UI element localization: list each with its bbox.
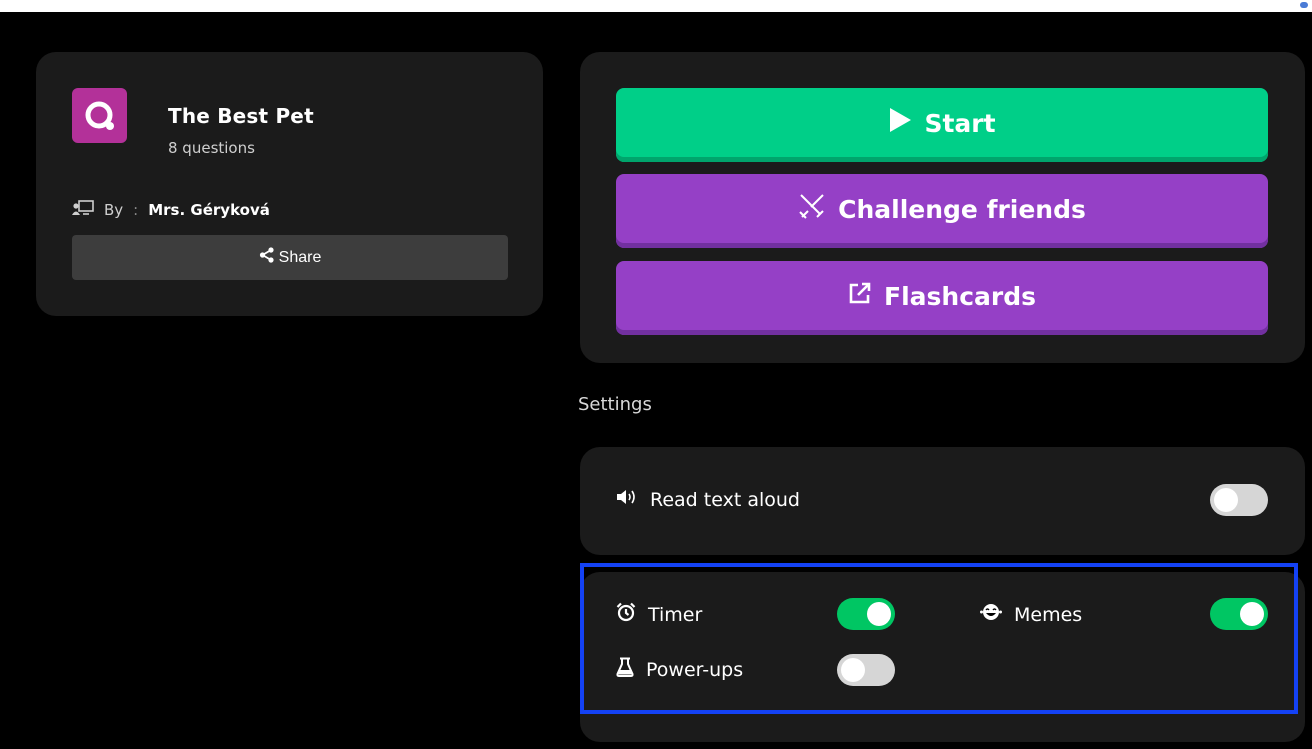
toggle-knob (1214, 488, 1238, 512)
by-separator: : (133, 201, 139, 219)
timer-label: Timer (648, 603, 703, 626)
start-button[interactable]: Start (616, 88, 1268, 162)
play-icon (888, 107, 924, 139)
read-aloud-toggle[interactable] (1210, 484, 1268, 516)
challenge-friends-button[interactable]: Challenge friends (616, 174, 1268, 248)
share-button[interactable]: Share (72, 235, 508, 280)
alarm-clock-icon (616, 602, 648, 627)
share-label: Share (278, 248, 322, 266)
memes-setting: Memes (980, 602, 1082, 627)
flashcards-button[interactable]: Flashcards (616, 261, 1268, 335)
author-row: By : Mrs. Géryková (72, 200, 270, 220)
quiz-title: The Best Pet (168, 104, 314, 128)
read-aloud-label: Read text aloud (650, 488, 800, 511)
settings-heading: Settings (578, 394, 652, 415)
corner-indicator (1300, 2, 1308, 8)
speaker-icon (616, 488, 650, 511)
toggle-knob (867, 602, 891, 626)
question-count: 8 questions (168, 139, 255, 157)
actions-card: Start Challenge friends Flashcards (580, 52, 1305, 363)
flashcards-label: Flashcards (884, 281, 1036, 311)
potion-flask-icon (616, 657, 646, 682)
challenge-label: Challenge friends (838, 194, 1086, 224)
memes-label: Memes (1014, 603, 1083, 626)
by-label: By (104, 201, 124, 219)
teacher-board-icon (72, 200, 94, 220)
read-aloud-card: Read text aloud (580, 447, 1305, 555)
read-aloud-setting: Read text aloud (616, 488, 800, 511)
toggle-knob (841, 658, 865, 682)
browser-top-strip (0, 0, 1312, 12)
laughing-face-icon (980, 602, 1014, 627)
game-options-card: Timer Memes Power-ups (580, 572, 1305, 742)
powerups-setting: Power-ups (616, 657, 743, 682)
quizizz-q-icon (72, 88, 127, 143)
share-icon (259, 247, 279, 268)
powerups-toggle[interactable] (837, 654, 895, 686)
memes-toggle[interactable] (1210, 598, 1268, 630)
timer-setting: Timer (616, 602, 702, 627)
timer-toggle[interactable] (837, 598, 895, 630)
start-label: Start (924, 108, 996, 138)
author-name: Mrs. Géryková (148, 201, 270, 219)
swords-icon (798, 192, 838, 226)
powerups-label: Power-ups (646, 658, 744, 681)
toggle-knob (1240, 602, 1264, 626)
quiz-info-card: The Best Pet 8 questions By : Mrs. Géryk… (36, 52, 543, 316)
external-link-icon (848, 281, 884, 311)
